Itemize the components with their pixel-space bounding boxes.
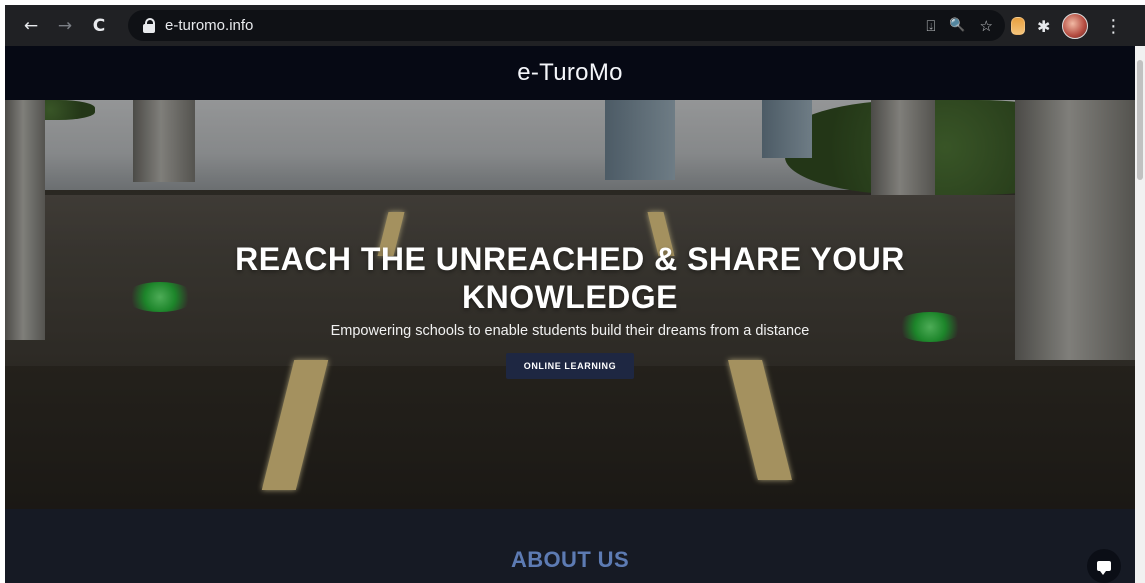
extension-hand-icon[interactable] <box>1011 17 1025 35</box>
address-bar[interactable]: e-turomo.info ⍗ 🔍 ☆ <box>128 10 1005 41</box>
browser-toolbar: ← → C e-turomo.info ⍗ 🔍 ☆ ✱ ⋮ <box>5 5 1145 46</box>
reload-icon[interactable]: C <box>85 12 113 40</box>
hero-content: REACH THE UNREACHED & SHARE YOUR KNOWLED… <box>5 240 1135 379</box>
about-section: ABOUT US <box>5 509 1135 583</box>
extensions-area: ✱ ⋮ <box>1011 11 1122 41</box>
install-app-icon[interactable]: ⍗ <box>926 17 935 35</box>
back-icon[interactable]: ← <box>17 12 45 40</box>
lock-icon[interactable] <box>142 17 156 34</box>
page-scrollbar[interactable] <box>1135 46 1145 583</box>
browser-menu-icon[interactable]: ⋮ <box>1104 16 1122 37</box>
chat-button[interactable] <box>1087 549 1121 583</box>
scrollbar-thumb[interactable] <box>1137 60 1143 180</box>
browser-window: ← → C e-turomo.info ⍗ 🔍 ☆ ✱ ⋮ e-TuroMo R… <box>5 5 1145 583</box>
about-title: ABOUT US <box>510 547 630 572</box>
zoom-icon[interactable]: 🔍 <box>949 18 965 33</box>
url-text[interactable]: e-turomo.info <box>165 17 253 34</box>
chat-icon <box>1097 561 1111 575</box>
profile-avatar[interactable] <box>1062 13 1089 39</box>
site-brand-logo[interactable]: e-TuroMo <box>517 59 623 87</box>
hero-banner: REACH THE UNREACHED & SHARE YOUR KNOWLED… <box>5 100 1135 509</box>
site-header: e-TuroMo <box>5 46 1135 100</box>
forward-icon[interactable]: → <box>51 12 79 40</box>
bookmark-star-icon[interactable]: ☆ <box>980 17 993 35</box>
hero-subtitle: Empowering schools to enable students bu… <box>330 323 810 339</box>
extensions-puzzle-icon[interactable]: ✱ <box>1037 17 1050 36</box>
online-learning-button[interactable]: ONLINE LEARNING <box>505 353 635 379</box>
hero-title: REACH THE UNREACHED & SHARE YOUR KNOWLED… <box>235 241 905 315</box>
